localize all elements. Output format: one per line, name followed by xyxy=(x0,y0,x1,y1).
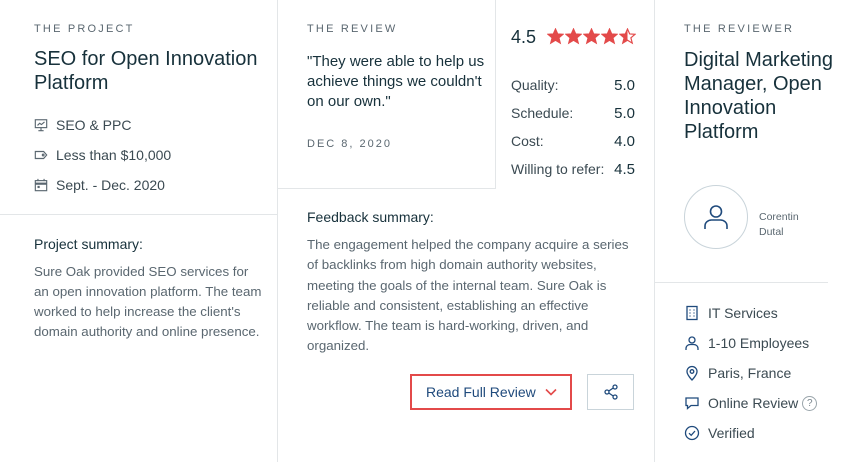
share-icon xyxy=(603,384,618,400)
project-service: SEO & PPC xyxy=(34,115,131,135)
person-icon xyxy=(684,335,700,351)
feedback-summary-text: The engagement helped the company acquir… xyxy=(307,237,629,354)
project-summary-heading: Project summary: xyxy=(34,236,143,252)
review-quote: "They were able to help us achieve thing… xyxy=(307,53,485,110)
score-willing-to-refer: Willing to refer: 4.5 xyxy=(511,161,635,179)
check-circle-icon xyxy=(684,425,700,441)
score-value: 4.0 xyxy=(614,133,635,150)
reviewer-eyebrow: THE REVIEWER xyxy=(684,23,795,35)
read-full-review-label: Read Full Review xyxy=(426,384,536,400)
chevron-down-icon xyxy=(545,388,557,396)
score-cost: Cost: 4.0 xyxy=(511,133,635,151)
share-button[interactable] xyxy=(587,374,634,410)
user-icon xyxy=(704,205,728,229)
reviewer-title: Digital Marketing Manager, Open Innovati… xyxy=(684,49,833,143)
star-icon xyxy=(601,28,618,45)
feedback-summary-heading: Feedback summary: xyxy=(307,209,434,225)
building-icon xyxy=(684,305,700,321)
reviewer-divider xyxy=(654,282,828,283)
overall-rating: 4.5 xyxy=(511,27,537,47)
score-label: Quality: xyxy=(511,77,559,93)
reviewer-employees-label: 1-10 Employees xyxy=(708,335,810,351)
score-label: Willing to refer: xyxy=(511,161,605,177)
reviewer-location: Paris, France xyxy=(684,363,791,383)
star-icon xyxy=(619,28,636,45)
reviewer-name: Corentin Dutal xyxy=(759,211,799,238)
project-dates: Sept. - Dec. 2020 xyxy=(34,175,165,195)
star-icon xyxy=(565,28,582,45)
project-title: SEO for Open Innovation Platform xyxy=(34,48,258,94)
reviewer-industry: IT Services xyxy=(684,303,778,323)
reviewer-industry-label: IT Services xyxy=(708,305,778,321)
score-value: 5.0 xyxy=(614,77,635,94)
help-icon[interactable]: ? xyxy=(802,395,818,411)
reviewer-employees: 1-10 Employees xyxy=(684,333,809,353)
calendar-icon xyxy=(34,178,48,192)
score-label: Schedule: xyxy=(511,105,574,121)
score-value: 5.0 xyxy=(614,105,635,122)
star-icon xyxy=(583,28,600,45)
read-full-review-button[interactable]: Read Full Review xyxy=(410,374,572,410)
price-tag-icon xyxy=(34,148,48,162)
chat-bubble-icon xyxy=(684,395,700,411)
star-icon xyxy=(547,28,564,45)
review-divider xyxy=(277,188,496,189)
project-service-label: SEO & PPC xyxy=(56,117,132,133)
avatar xyxy=(684,185,748,249)
score-label: Cost: xyxy=(511,133,544,149)
review-eyebrow: THE REVIEW xyxy=(307,23,398,35)
column-divider xyxy=(654,0,655,462)
review-date: DEC 8, 2020 xyxy=(307,138,392,150)
score-quality: Quality: 5.0 xyxy=(511,77,635,95)
project-dates-label: Sept. - Dec. 2020 xyxy=(56,177,165,193)
reviewer-verified-label: Verified xyxy=(708,425,755,441)
score-value: 4.5 xyxy=(614,161,635,178)
project-eyebrow: THE PROJECT xyxy=(34,23,135,35)
project-divider xyxy=(0,214,277,215)
reviewer-review-type: Online Review ? xyxy=(684,393,818,413)
score-schedule: Schedule: 5.0 xyxy=(511,105,635,123)
star-rating xyxy=(547,28,636,45)
presentation-icon xyxy=(34,118,48,132)
location-pin-icon xyxy=(684,365,700,381)
reviewer-location-label: Paris, France xyxy=(708,365,792,381)
project-budget: Less than $10,000 xyxy=(34,145,171,165)
column-divider xyxy=(277,0,278,462)
project-budget-label: Less than $10,000 xyxy=(56,147,172,163)
project-summary-text: Sure Oak provided SEO services for an op… xyxy=(34,264,262,339)
reviewer-review-type-label: Online Review xyxy=(708,395,799,411)
reviewer-verified: Verified xyxy=(684,423,755,443)
